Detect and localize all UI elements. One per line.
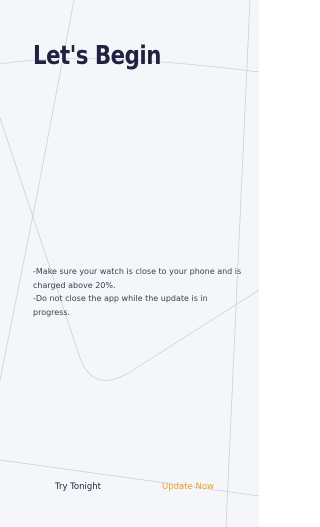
page-title: Let's Begin [33,41,161,71]
update-now-button[interactable]: Update Now [162,476,214,498]
decor-rounded-triangle [0,117,259,381]
update-screen: Let's Begin -Make sure your watch is clo… [0,0,259,527]
action-bar: Try Tonight Update Now [0,476,259,498]
background-decoration [0,0,259,527]
try-tonight-button[interactable]: Try Tonight [55,476,101,498]
decor-line-right [225,0,251,527]
instructions: -Make sure your watch is close to your p… [33,265,245,319]
instruction-item: -Make sure your watch is close to your p… [33,267,242,290]
instruction-item: -Do not close the app while the update i… [33,294,208,317]
